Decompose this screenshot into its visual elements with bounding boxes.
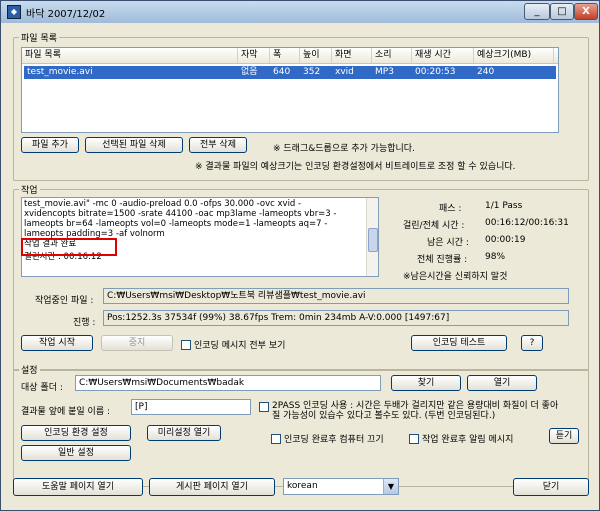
column-header-width[interactable]: 폭 — [270, 48, 300, 63]
prefix-label: 결과물 앞에 붙일 이름 : — [21, 407, 110, 417]
remove-all-files-button[interactable]: 전부 삭제 — [189, 137, 247, 153]
language-select-value: korean — [287, 481, 318, 491]
language-select[interactable]: korean ▼ — [283, 478, 399, 495]
app-icon: ◆ — [7, 5, 21, 19]
checkbox-box[interactable] — [271, 433, 281, 444]
open-preset-button[interactable]: 미리설정 열기 — [147, 425, 221, 441]
maximize-button[interactable]: □ — [550, 3, 574, 20]
progress-field[interactable]: Pos:1252.3s 37534f (99%) 38.67fps Trem: … — [103, 310, 569, 326]
encoding-env-settings-button[interactable]: 인코딩 환경 설정 — [21, 425, 131, 441]
pass-label: 패스 : — [439, 204, 462, 214]
size-estimate-note: ※ 결과물 파일의 예상크기는 인코딩 환경설정에서 비트레이트로 조정 할 수… — [195, 162, 516, 172]
add-file-button[interactable]: 파일 추가 — [21, 137, 79, 153]
current-file-label: 작업중인 파일 : — [35, 296, 94, 306]
file-subtitle-cell: 없음 — [241, 67, 258, 77]
log-line: lameopts br=64 -lameopts vol=0 -lameopts… — [24, 219, 328, 229]
target-folder-label: 대상 폴더 : — [21, 383, 63, 393]
open-help-page-button[interactable]: 도움말 페이지 열기 — [13, 478, 143, 496]
trust-note: ※남은시간을 신뢰하지 말것 — [403, 272, 508, 282]
minimize-button[interactable]: _ — [524, 3, 550, 20]
file-list-header: 파일 목록 자막 폭 높이 화면 소리 재생 시간 예상크기(MB) — [22, 48, 558, 64]
elapsed-time-highlight — [21, 238, 117, 256]
file-height-cell: 352 — [303, 67, 321, 77]
chevron-down-icon[interactable]: ▼ — [383, 479, 398, 494]
window-title: 바닥 2007/12/02 — [26, 8, 106, 20]
total-progress-label: 전체 진행률 : — [417, 255, 468, 265]
file-video-cell: xvid — [335, 67, 354, 77]
elapsed-total-label: 걸린/전체 시간 : — [403, 221, 465, 231]
title-bar: ◆ 바닥 2007/12/02 — [1, 1, 599, 23]
help-button[interactable]: ? — [521, 335, 543, 351]
two-pass-checkbox[interactable]: 2PASS 인코딩 사용 : 시간은 두배가 걸리지만 같은 용량대비 화질이 … — [259, 401, 559, 421]
progress-label: 진행 : — [73, 318, 96, 328]
show-all-messages-label: 인코딩 메시지 전부 보기 — [194, 341, 286, 351]
checkbox-box[interactable] — [181, 339, 191, 350]
column-header-subtitle[interactable]: 자막 — [238, 48, 270, 63]
total-progress-value: 98% — [485, 252, 506, 262]
completion-alarm-checkbox[interactable]: 작업 완료후 알림 메시지 — [409, 432, 513, 445]
column-header-duration[interactable]: 재생 시간 — [412, 48, 474, 63]
open-folder-button[interactable]: 열기 — [467, 375, 537, 391]
file-list-group-label: 파일 목록 — [19, 31, 59, 44]
column-header-height[interactable]: 높이 — [300, 48, 332, 63]
stop-job-button[interactable]: 중지 — [101, 335, 173, 351]
encode-log-box[interactable]: test_movie.avi" -mc 0 -audio-preload 0.0… — [21, 197, 379, 277]
checkbox-box[interactable] — [409, 433, 419, 444]
show-all-messages-checkbox[interactable]: 인코딩 메시지 전부 보기 — [181, 338, 285, 351]
remaining-time-label: 남은 시간 : — [427, 238, 469, 248]
open-board-page-button[interactable]: 게시판 페이지 열기 — [149, 478, 275, 496]
drag-drop-note: ※ 드래그&드롭으로 추가 가능합니다. — [273, 144, 415, 154]
close-button[interactable]: 닫기 — [513, 478, 589, 496]
checkbox-box[interactable] — [259, 402, 269, 412]
encoding-test-button[interactable]: 인코딩 테스트 — [411, 335, 507, 351]
completion-alarm-label: 작업 완료후 알림 메시지 — [422, 435, 514, 445]
file-audio-cell: MP3 — [375, 67, 394, 77]
log-scroll-thumb[interactable] — [368, 228, 378, 252]
close-window-button[interactable]: X — [574, 3, 598, 20]
file-name-cell: test_movie.avi — [27, 67, 93, 77]
file-list-view[interactable]: 파일 목록 자막 폭 높이 화면 소리 재생 시간 예상크기(MB) test_… — [21, 47, 559, 133]
start-job-button[interactable]: 작업 시작 — [21, 335, 93, 351]
prefix-field[interactable]: [P] — [131, 399, 251, 415]
target-folder-field[interactable]: C:₩Users₩msi₩Documents₩badak — [75, 375, 381, 391]
general-settings-button[interactable]: 일반 설정 — [21, 445, 131, 461]
file-size-cell: 240 — [477, 67, 495, 77]
column-header-audio[interactable]: 소리 — [372, 48, 412, 63]
shutdown-label: 인코딩 완료후 컴퓨터 끄기 — [284, 435, 384, 445]
main-window: ◆ 바닥 2007/12/02 _ □ X 파일 목록 파일 목록 자막 폭 높… — [0, 0, 600, 511]
pass-value: 1/1 Pass — [485, 201, 523, 211]
file-duration-cell: 00:20:53 — [415, 67, 456, 77]
job-group-label: 작업 — [19, 183, 40, 196]
shutdown-after-encode-checkbox[interactable]: 인코딩 완료후 컴퓨터 끄기 — [271, 432, 384, 445]
settings-group-label: 설정 — [19, 363, 40, 376]
column-header-file[interactable]: 파일 목록 — [22, 48, 238, 63]
client-area: 파일 목록 파일 목록 자막 폭 높이 화면 소리 재생 시간 예상크기(MB)… — [5, 23, 595, 507]
log-line: xvidencopts bitrate=1500 -srate 44100 -o… — [24, 209, 337, 219]
column-header-est-size[interactable]: 예상크기(MB) — [474, 48, 554, 63]
column-header-video[interactable]: 화면 — [332, 48, 372, 63]
file-width-cell: 640 — [273, 67, 291, 77]
current-file-field[interactable]: C:₩Users₩msi₩Desktop₩노트북 리뷰샘플₩test_movie… — [103, 288, 569, 304]
log-line: test_movie.avi" -mc 0 -audio-preload 0.0… — [24, 199, 302, 209]
file-list-row[interactable]: test_movie.avi 없음 640 352 xvid MP3 00:20… — [24, 66, 556, 79]
listen-alarm-button[interactable]: 듣기 — [549, 428, 579, 444]
elapsed-total-value: 00:16:12/00:16:31 — [485, 218, 569, 228]
remaining-time-value: 00:00:19 — [485, 235, 526, 245]
two-pass-label: 2PASS 인코딩 사용 : 시간은 두배가 걸리지만 같은 용량대비 화질이 … — [272, 401, 559, 421]
log-scrollbar[interactable] — [366, 198, 378, 276]
remove-selected-file-button[interactable]: 선택된 파일 삭제 — [85, 137, 183, 153]
browse-folder-button[interactable]: 찾기 — [391, 375, 461, 391]
